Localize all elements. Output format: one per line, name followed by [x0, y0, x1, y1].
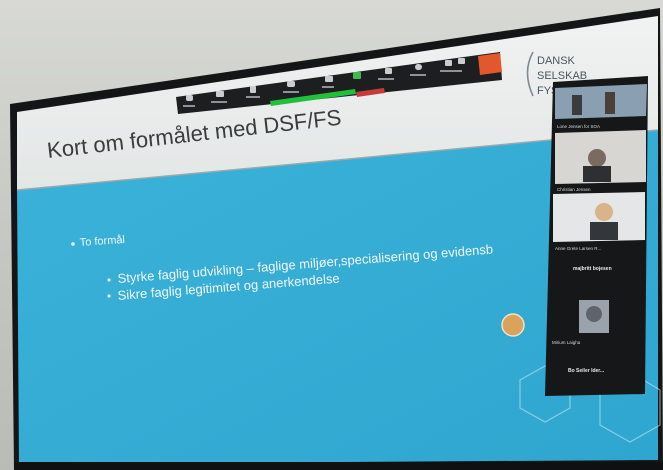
participant-name-2: Christian Jensen — [557, 187, 591, 192]
chat-icon[interactable] — [325, 76, 333, 82]
logo-line-2: SELSKAB — [537, 70, 587, 82]
subbullet-dot-1 — [107, 278, 111, 282]
toolbar-label-6 — [378, 78, 394, 80]
record-icon[interactable] — [385, 68, 392, 74]
toolbar-label-4 — [283, 91, 299, 93]
toolbar-label-2 — [211, 101, 227, 103]
video-feed-1 — [555, 84, 647, 119]
toolbar-label-1 — [183, 105, 195, 107]
end-meeting-button[interactable] — [478, 53, 502, 75]
person-figure-1b — [605, 92, 615, 114]
toolbar-label-7 — [410, 74, 426, 76]
participants-panel: Lone Jensen for SOA Christian Jensen Ann… — [545, 76, 648, 396]
toolbar-label-3 — [246, 96, 260, 98]
person-head-2 — [588, 149, 606, 167]
participant-name-4: majbritt bojesen — [573, 266, 612, 272]
toolbar-label-5 — [322, 86, 334, 88]
person-head-3 — [595, 203, 613, 221]
tv-bottom-bezel — [14, 462, 663, 470]
participant-tile-6[interactable]: Bo Seiler Ider... — [568, 368, 605, 374]
annotate-icon[interactable] — [445, 60, 452, 66]
participant-name-1: Lone Jensen for SOA — [557, 124, 600, 129]
reactions-icon[interactable] — [415, 64, 422, 70]
participant-name-6: Bo Seiler Ider... — [568, 368, 605, 374]
person-body-2 — [583, 166, 611, 182]
subbullet-dot-2 — [107, 294, 111, 298]
share-icon[interactable] — [353, 72, 361, 79]
participants-icon[interactable] — [287, 81, 295, 87]
person-figure-1a — [572, 95, 582, 115]
person-body-3 — [590, 222, 618, 240]
tv-screen: Kort om formålet med DSF/FS DANSK SELSKA… — [10, 8, 663, 470]
more-icon[interactable] — [458, 58, 465, 64]
participant-name-3: Anne Grete Larsen R... — [555, 246, 601, 251]
toolbar-label-8 — [440, 70, 462, 72]
security-icon[interactable] — [250, 86, 256, 93]
logo-line-1: DANSK — [537, 55, 576, 67]
video-icon[interactable] — [216, 91, 224, 97]
avatar-face-5 — [586, 306, 602, 322]
slide-orange-dot — [501, 313, 525, 337]
participant-tile-4[interactable]: majbritt bojesen — [573, 266, 612, 272]
participant-name-5: Mirium Laigha — [552, 340, 581, 345]
bullet-dot — [71, 242, 75, 246]
mute-icon[interactable] — [186, 95, 193, 101]
